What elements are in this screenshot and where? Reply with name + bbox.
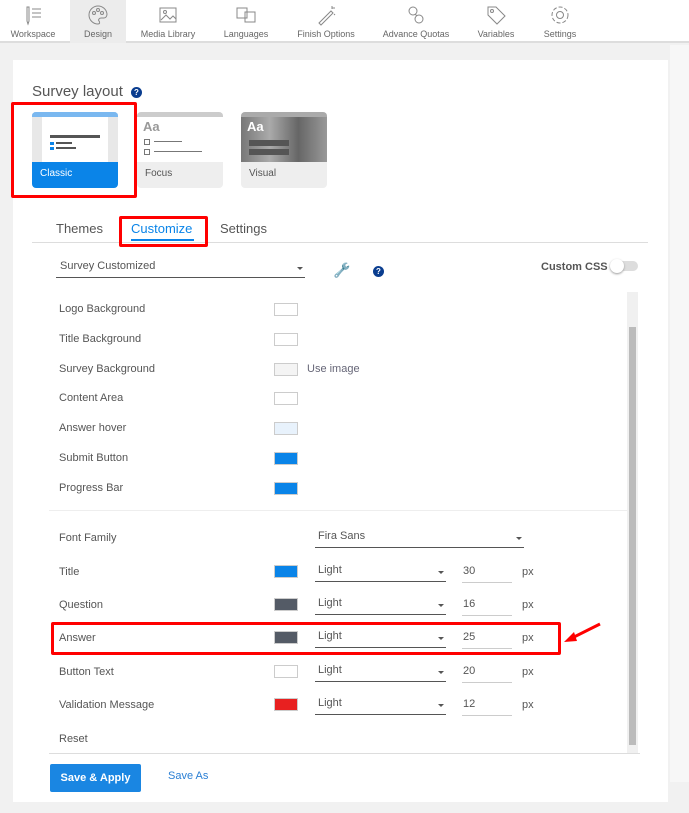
color-row-label: Content Area xyxy=(59,392,124,404)
tag-icon xyxy=(487,6,506,25)
color-swatch[interactable] xyxy=(274,363,298,376)
help-icon[interactable]: ? xyxy=(373,266,384,277)
unit-label: px xyxy=(522,666,534,678)
unit-label: px xyxy=(522,566,534,578)
gear-icon xyxy=(551,6,569,24)
font-row-label: Question xyxy=(59,599,104,611)
color-row-label: Answer hover xyxy=(59,422,127,434)
unit-label: px xyxy=(522,599,534,611)
font-row-label: Title xyxy=(59,566,80,578)
highlight-box xyxy=(119,216,208,247)
nav-label: Design xyxy=(83,29,112,39)
reset-link[interactable]: Reset xyxy=(59,733,88,745)
custom-css-label: Custom CSS xyxy=(541,261,608,273)
layout-card-label: Focus xyxy=(145,168,173,179)
color-row-label: Title Background xyxy=(59,333,142,345)
color-row-label: Progress Bar xyxy=(59,482,124,494)
highlight-box xyxy=(51,622,561,655)
highlight-box xyxy=(11,102,137,198)
color-row-label: Logo Background xyxy=(59,303,146,315)
page-title: Survey layout xyxy=(32,83,123,100)
color-swatch[interactable] xyxy=(274,482,298,495)
nav-variables[interactable]: Variables xyxy=(470,0,522,43)
use-image-link[interactable]: Use image xyxy=(307,363,360,375)
nav-label: Advance Quotas xyxy=(382,29,450,39)
font-size-input[interactable]: 20 xyxy=(462,665,512,683)
workspace-icon xyxy=(26,6,41,26)
color-row-label: Survey Background xyxy=(59,363,155,375)
translate-icon xyxy=(236,7,256,23)
font-color-swatch[interactable] xyxy=(274,665,298,678)
nav-media-library[interactable]: Media Library xyxy=(132,0,204,43)
page-scrollbar[interactable] xyxy=(670,45,689,782)
font-row-label: Button Text xyxy=(59,666,114,678)
color-swatch[interactable] xyxy=(274,392,298,405)
font-weight-select[interactable]: Light xyxy=(315,664,446,682)
top-nav: Workspace Design Media Library Languages Fin… xyxy=(0,0,689,43)
nav-workspace[interactable]: Workspace xyxy=(4,0,62,43)
nav-design[interactable]: Design xyxy=(70,0,126,43)
thumb-text: Aa xyxy=(143,119,160,134)
tab-themes[interactable]: Themes xyxy=(56,221,103,236)
font-color-swatch[interactable] xyxy=(274,698,298,711)
nav-label: Workspace xyxy=(10,29,56,39)
nav-label: Media Library xyxy=(140,29,196,39)
font-weight-select[interactable]: Light xyxy=(315,697,446,715)
nav-label: Languages xyxy=(223,29,269,39)
thumb-text: Aa xyxy=(247,119,264,134)
custom-css-toggle[interactable] xyxy=(610,259,638,273)
theme-select[interactable]: Survey Customized xyxy=(56,260,305,278)
layout-card-focus[interactable]: Aa Focus xyxy=(137,112,223,188)
nav-languages[interactable]: Languages xyxy=(218,0,274,43)
nav-finish-options[interactable]: Finish Options xyxy=(292,0,360,43)
color-swatch[interactable] xyxy=(274,422,298,435)
link-icon xyxy=(408,6,424,24)
nav-settings[interactable]: Settings xyxy=(534,0,586,43)
tab-settings[interactable]: Settings xyxy=(220,221,267,236)
color-row-label: Submit Button xyxy=(59,452,129,464)
color-swatch[interactable] xyxy=(274,303,298,316)
unit-label: px xyxy=(522,699,534,711)
font-size-input[interactable]: 30 xyxy=(462,565,512,583)
layout-card-label: Visual xyxy=(249,168,277,179)
save-as-button[interactable]: Save As xyxy=(168,770,208,782)
font-color-swatch[interactable] xyxy=(274,565,298,578)
divider xyxy=(49,510,627,511)
palette-icon xyxy=(88,5,108,25)
wrench-icon[interactable]: 🔧 xyxy=(333,262,350,279)
color-swatch[interactable] xyxy=(274,333,298,346)
font-row-label: Validation Message xyxy=(59,699,155,711)
image-icon xyxy=(159,7,177,23)
color-swatch[interactable] xyxy=(274,452,298,465)
scrollbar[interactable] xyxy=(627,292,638,753)
font-family-select[interactable]: Fira Sans xyxy=(315,530,524,548)
magic-wand-icon xyxy=(318,6,336,26)
font-color-swatch[interactable] xyxy=(274,598,298,611)
nav-label: Finish Options xyxy=(297,29,355,39)
layout-card-visual[interactable]: Aa Visual xyxy=(241,112,327,188)
save-apply-button[interactable]: Save & Apply xyxy=(50,764,141,792)
font-weight-select[interactable]: Light xyxy=(315,564,446,582)
font-size-input[interactable]: 12 xyxy=(462,698,512,716)
red-arrow-icon xyxy=(564,622,601,642)
font-size-input[interactable]: 16 xyxy=(462,598,512,616)
nav-label: Settings xyxy=(543,29,577,39)
help-icon[interactable]: ? xyxy=(131,87,142,98)
divider xyxy=(49,753,640,754)
nav-label: Variables xyxy=(477,29,515,39)
font-weight-select[interactable]: Light xyxy=(315,597,446,615)
font-family-label: Font Family xyxy=(59,532,117,544)
nav-advance-quotas[interactable]: Advance Quotas xyxy=(380,0,452,43)
